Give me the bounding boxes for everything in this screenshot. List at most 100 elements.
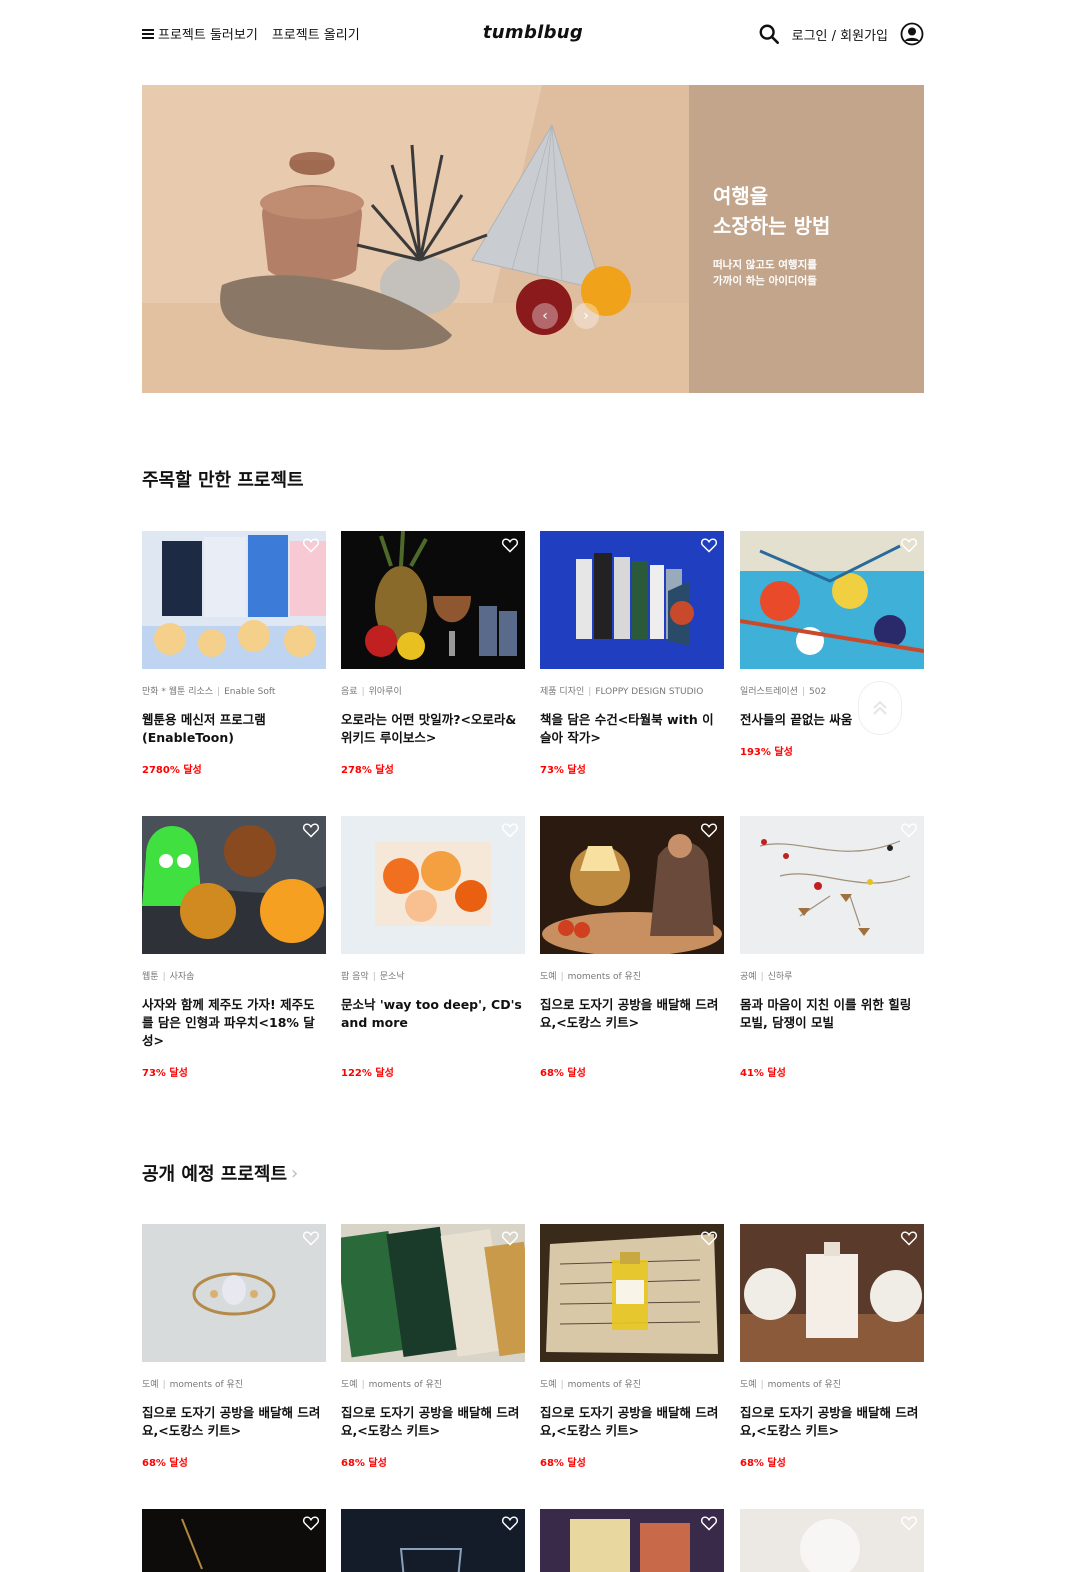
user-icon[interactable] — [900, 22, 924, 46]
project-creator[interactable]: Enable Soft — [224, 687, 275, 697]
project-creator[interactable]: moments of 유진 — [568, 1380, 641, 1390]
project-category[interactable]: 도예 — [341, 1380, 358, 1390]
project-thumbnail[interactable] — [142, 531, 326, 669]
banner-next-button[interactable]: › — [573, 303, 599, 329]
project-card[interactable] — [142, 1509, 326, 1572]
heart-icon[interactable] — [501, 537, 519, 553]
project-funding-percent: 68% 달성 — [540, 1068, 586, 1079]
project-title[interactable]: 집으로 도자기 공방을 배달해 드려요,<도캉스 키트> — [540, 996, 724, 1032]
project-meta: 제품 디자인 | FLOPPY DESIGN STUDIO — [540, 687, 704, 697]
heart-icon[interactable] — [900, 1515, 918, 1531]
banner-prev-button[interactable]: ‹ — [532, 303, 558, 329]
project-title[interactable]: 오로라는 어떤 맛일까?<오로라&위키드 루이보스> — [341, 711, 525, 747]
project-card[interactable]: 음료 | 위아루이 오로라는 어떤 맛일까?<오로라&위키드 루이보스> 278% … — [341, 531, 525, 776]
project-title[interactable]: 집으로 도자기 공방을 배달해 드려요,<도캉스 키트> — [142, 1404, 326, 1440]
project-card[interactable]: 웹툰 | 사자솜 사자와 함께 제주도 가자! 제주도를 담은 인형과 파우치<18… — [142, 816, 326, 1079]
search-icon[interactable] — [758, 23, 780, 45]
project-creator[interactable]: 문소낙 — [380, 972, 405, 982]
project-card[interactable]: 도예 | moments of 유진 집으로 도자기 공방을 배달해 드려요,<도캉… — [142, 1224, 326, 1469]
project-category[interactable]: 도예 — [740, 1380, 757, 1390]
login-signup-link[interactable]: 로그인 / 회원가입 — [792, 25, 888, 44]
project-thumbnail[interactable] — [540, 816, 724, 954]
hero-banner[interactable]: 여행을 소장하는 방법 떠나지 않고도 여행지를 가까이 하는 아이디어들 ‹ … — [142, 85, 924, 393]
project-thumbnail[interactable] — [341, 816, 525, 954]
project-card[interactable]: 공예 | 신하루 몸과 마음이 지친 이를 위한 힐링 모빌, 담쟁이 모빌 41%… — [740, 816, 924, 1079]
heart-icon[interactable] — [700, 822, 718, 838]
project-creator[interactable]: FLOPPY DESIGN STUDIO — [595, 687, 703, 697]
project-title[interactable]: 집으로 도자기 공방을 배달해 드려요,<도캉스 키트> — [740, 1404, 924, 1440]
project-title[interactable]: 몸과 마음이 지친 이를 위한 힐링 모빌, 담쟁이 모빌 — [740, 996, 924, 1032]
project-title[interactable]: 집으로 도자기 공방을 배달해 드려요,<도캉스 키트> — [540, 1404, 724, 1440]
project-meta: 만화 * 웹툰 리소스 | Enable Soft — [142, 687, 276, 697]
heart-icon[interactable] — [900, 537, 918, 553]
project-thumbnail[interactable] — [142, 1509, 326, 1572]
project-category[interactable]: 공예 — [740, 972, 757, 982]
project-category[interactable]: 제품 디자인 — [540, 687, 584, 697]
project-image — [142, 1224, 326, 1362]
project-thumbnail[interactable] — [341, 531, 525, 669]
heart-icon[interactable] — [700, 537, 718, 553]
project-creator[interactable]: 위아루이 — [369, 687, 402, 697]
project-title[interactable]: 책을 담은 수건<타월북 with 이슬아 작가> — [540, 711, 724, 747]
project-title[interactable]: 사자와 함께 제주도 가자! 제주도를 담은 인형과 파우치<18% 달성> — [142, 996, 326, 1050]
project-thumbnail[interactable] — [341, 1509, 525, 1572]
project-thumbnail[interactable] — [142, 1224, 326, 1362]
project-category[interactable]: 팝 음악 — [341, 972, 369, 982]
project-card[interactable]: 도예 | moments of 유진 집으로 도자기 공방을 배달해 드려요,<도캉… — [540, 1224, 724, 1469]
heart-icon[interactable] — [700, 1230, 718, 1246]
project-card[interactable]: 제품 디자인 | FLOPPY DESIGN STUDIO 책을 담은 수건<타월북… — [540, 531, 724, 776]
project-title[interactable]: 문소낙 'way too deep', CD's and more — [341, 996, 525, 1032]
upcoming-title-text[interactable]: 공개 예정 프로젝트 — [142, 1160, 287, 1186]
project-thumbnail[interactable] — [740, 531, 924, 669]
project-creator[interactable]: moments of 유진 — [170, 1380, 243, 1390]
project-thumbnail[interactable] — [740, 1509, 924, 1572]
project-meta: 도예 | moments of 유진 — [142, 1380, 244, 1390]
project-creator[interactable]: moments of 유진 — [768, 1380, 841, 1390]
project-creator[interactable]: moments of 유진 — [369, 1380, 442, 1390]
heart-icon[interactable] — [501, 1230, 519, 1246]
project-title[interactable]: 웹툰용 메신저 프로그램 (EnableToon) — [142, 711, 326, 747]
project-image — [740, 531, 924, 669]
project-category[interactable]: 웹툰 — [142, 972, 159, 982]
chevron-right-icon[interactable]: › — [291, 1163, 298, 1184]
project-card[interactable] — [341, 1509, 525, 1572]
project-thumbnail[interactable] — [540, 531, 724, 669]
project-thumbnail[interactable] — [740, 816, 924, 954]
heart-icon[interactable] — [302, 537, 320, 553]
heart-icon[interactable] — [900, 822, 918, 838]
project-category[interactable]: 만화 * 웹툰 리소스 — [142, 687, 213, 697]
project-card[interactable] — [740, 1509, 924, 1572]
heart-icon[interactable] — [302, 822, 320, 838]
heart-icon[interactable] — [501, 1515, 519, 1531]
project-card[interactable]: 도예 | moments of 유진 집으로 도자기 공방을 배달해 드려요,<도캉… — [740, 1224, 924, 1469]
project-category[interactable]: 음료 — [341, 687, 358, 697]
project-card[interactable] — [540, 1509, 724, 1572]
heart-icon[interactable] — [501, 822, 519, 838]
heart-icon[interactable] — [700, 1515, 718, 1531]
project-thumbnail[interactable] — [341, 1224, 525, 1362]
upcoming-section-title[interactable]: 공개 예정 프로젝트 › — [142, 1160, 298, 1186]
project-image — [341, 1509, 525, 1572]
heart-icon[interactable] — [302, 1230, 320, 1246]
project-category[interactable]: 일러스트레이션 — [740, 687, 798, 697]
heart-icon[interactable] — [900, 1230, 918, 1246]
project-image — [142, 816, 326, 954]
project-thumbnail[interactable] — [740, 1224, 924, 1362]
project-creator[interactable]: moments of 유진 — [568, 972, 641, 982]
project-category[interactable]: 도예 — [142, 1380, 159, 1390]
project-thumbnail[interactable] — [142, 816, 326, 954]
project-creator[interactable]: 신하루 — [768, 972, 793, 982]
project-card[interactable]: 도예 | moments of 유진 집으로 도자기 공방을 배달해 드려요,<도캉… — [540, 816, 724, 1079]
project-category[interactable]: 도예 — [540, 1380, 557, 1390]
project-creator[interactable]: 502 — [809, 687, 826, 697]
project-card[interactable]: 만화 * 웹툰 리소스 | Enable Soft 웹툰용 메신저 프로그램 (En… — [142, 531, 326, 776]
project-card[interactable]: 팝 음악 | 문소낙 문소낙 'way too deep', CD's and mo… — [341, 816, 525, 1079]
project-thumbnail[interactable] — [540, 1224, 724, 1362]
project-category[interactable]: 도예 — [540, 972, 557, 982]
project-creator[interactable]: 사자솜 — [170, 972, 195, 982]
scroll-to-top-button[interactable] — [858, 681, 902, 735]
project-card[interactable]: 도예 | moments of 유진 집으로 도자기 공방을 배달해 드려요,<도캉… — [341, 1224, 525, 1469]
project-thumbnail[interactable] — [540, 1509, 724, 1572]
heart-icon[interactable] — [302, 1515, 320, 1531]
project-title[interactable]: 집으로 도자기 공방을 배달해 드려요,<도캉스 키트> — [341, 1404, 525, 1440]
